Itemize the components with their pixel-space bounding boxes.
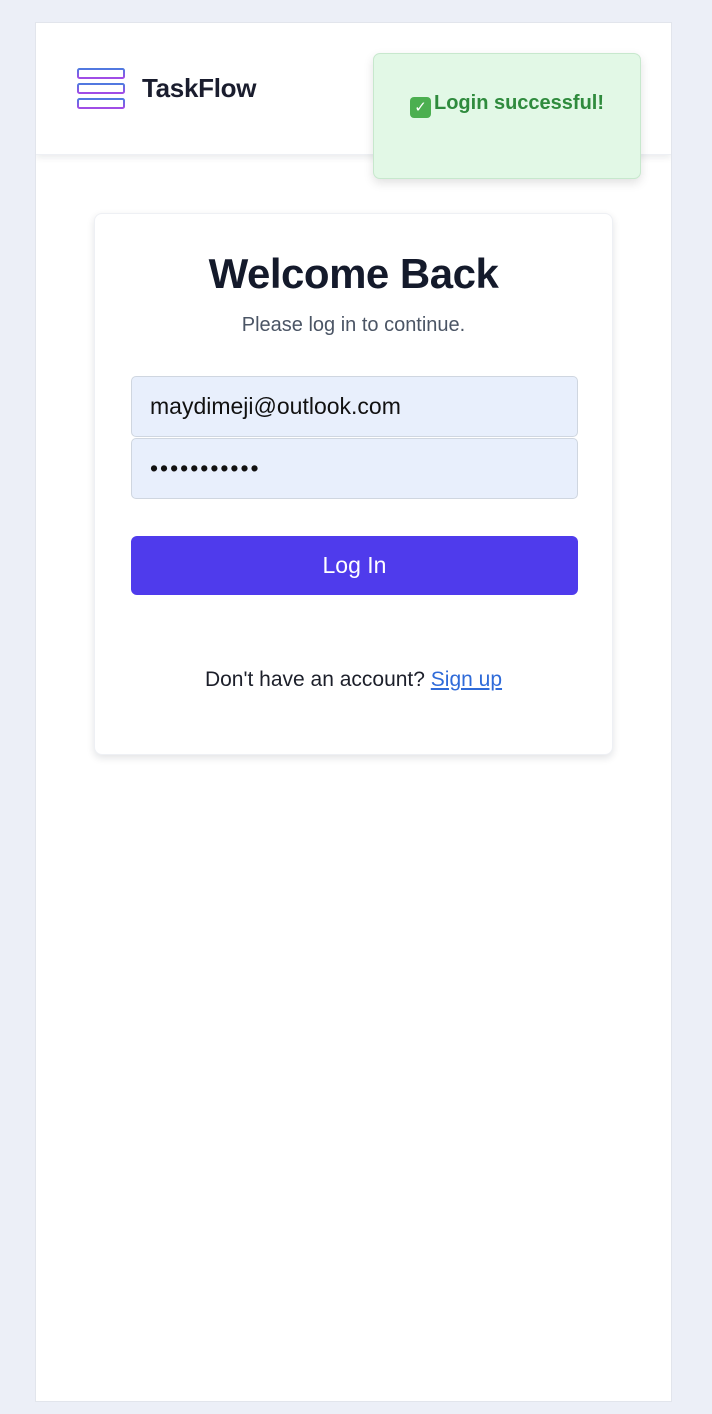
signup-prompt-text: Don't have an account? — [204, 668, 425, 691]
toast-content: ✓ Login successful! — [374, 92, 640, 118]
success-toast[interactable]: ✓ Login successful! — [373, 53, 641, 179]
email-field[interactable] — [131, 376, 578, 437]
check-mark-icon: ✓ — [409, 97, 431, 118]
login-button[interactable]: Log In — [131, 536, 578, 595]
signup-prompt-row: Don't have an account? Sign up — [95, 668, 612, 692]
signup-link[interactable]: Sign up — [431, 668, 502, 691]
login-card: Welcome Back Please log in to continue. … — [94, 213, 613, 755]
kanban-stack-icon — [77, 68, 125, 109]
page-title: Welcome Back — [208, 250, 499, 297]
page-subtitle: Please log in to continue. — [241, 314, 466, 336]
app-window: TaskFlow ✓ Login successful! Welcome Back… — [35, 22, 672, 1402]
brand-name: TaskFlow — [142, 73, 257, 103]
toast-message: Login successful! — [433, 92, 605, 114]
password-field[interactable] — [131, 438, 578, 499]
